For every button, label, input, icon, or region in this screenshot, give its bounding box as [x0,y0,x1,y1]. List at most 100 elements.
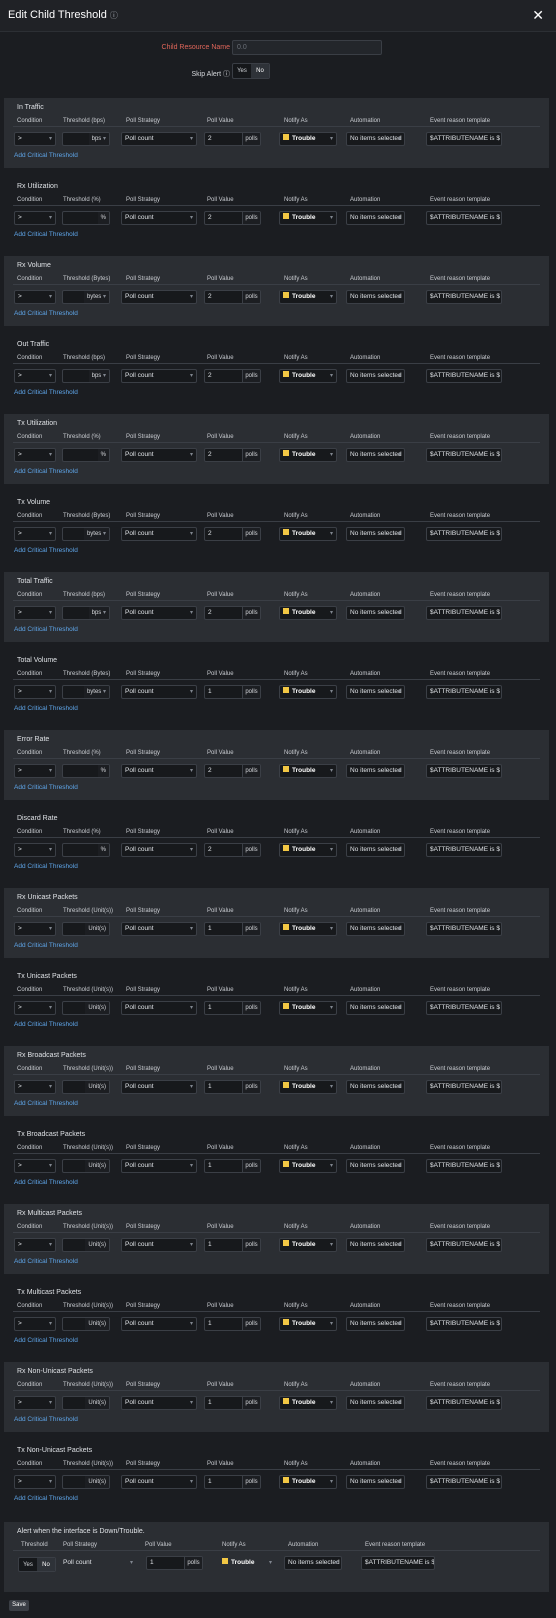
automation-select[interactable]: No items selected ▾ [346,764,405,778]
add-critical-threshold-link[interactable]: Add Critical Threshold [14,389,78,396]
automation-select[interactable]: No items selected ▾ [346,1238,405,1252]
add-critical-threshold-link[interactable]: Add Critical Threshold [14,1258,78,1265]
condition-select[interactable]: > ▾ [14,1001,56,1015]
automation-select[interactable]: No items selected ▾ [284,1556,342,1570]
automation-select[interactable]: No items selected ▾ [346,369,405,383]
threshold-unit[interactable]: bps ▾ [88,607,109,619]
event-template-input[interactable]: $ATTRIBUTENAME is $ [426,764,502,778]
add-critical-threshold-link[interactable]: Add Critical Threshold [14,942,78,949]
child-resource-name-input[interactable] [232,40,382,55]
threshold-unit[interactable]: bytes ▾ [83,686,109,698]
notify-as-select[interactable]: Trouble ▾ [279,685,337,699]
automation-select[interactable]: No items selected ▾ [346,290,405,304]
threshold-input[interactable]: % [62,211,110,225]
notify-as-select[interactable]: Trouble ▾ [279,1001,337,1015]
poll-value-input[interactable]: 2 polls [204,843,261,857]
add-critical-threshold-link[interactable]: Add Critical Threshold [14,231,78,238]
event-template-input[interactable]: $ATTRIBUTENAME is $ [426,685,502,699]
add-critical-threshold-link[interactable]: Add Critical Threshold [14,863,78,870]
notify-as-select[interactable]: Trouble ▾ [279,448,337,462]
add-critical-threshold-link[interactable]: Add Critical Threshold [14,310,78,317]
threshold-input[interactable]: % [62,448,110,462]
poll-value-input[interactable]: 1 polls [204,1475,261,1489]
notify-as-select[interactable]: Trouble ▾ [279,1317,337,1331]
automation-select[interactable]: No items selected ▾ [346,922,405,936]
threshold-input[interactable]: Unit(s) [62,1475,110,1489]
event-template-input[interactable]: $ATTRIBUTENAME is $ [426,527,502,541]
add-critical-threshold-link[interactable]: Add Critical Threshold [14,1179,78,1186]
add-critical-threshold-link[interactable]: Add Critical Threshold [14,1337,78,1344]
add-critical-threshold-link[interactable]: Add Critical Threshold [14,468,78,475]
event-template-input[interactable]: $ATTRIBUTENAME is $ [426,1396,502,1410]
event-template-input[interactable]: $ATTRIBUTENAME is $ [426,1317,502,1331]
condition-select[interactable]: > ▾ [14,448,56,462]
poll-value-input[interactable]: 2 polls [204,132,261,146]
condition-select[interactable]: > ▾ [14,1159,56,1173]
condition-select[interactable]: > ▾ [14,1475,56,1489]
threshold-input[interactable]: bytes ▾ [62,290,110,304]
event-template-input[interactable]: $ATTRIBUTENAME is $ [426,448,502,462]
threshold-input[interactable]: Unit(s) [62,1080,110,1094]
poll-value-input[interactable]: 1 polls [204,1080,261,1094]
threshold-input[interactable]: Unit(s) [62,1317,110,1331]
add-critical-threshold-link[interactable]: Add Critical Threshold [14,547,78,554]
condition-select[interactable]: > ▾ [14,132,56,146]
poll-value-input[interactable]: 1 polls [204,685,261,699]
add-critical-threshold-link[interactable]: Add Critical Threshold [14,1100,78,1107]
poll-value-input[interactable]: 2 polls [204,606,261,620]
condition-select[interactable]: > ▾ [14,685,56,699]
poll-value-input[interactable]: 2 polls [204,448,261,462]
event-template-input[interactable]: $ATTRIBUTENAME is $ [426,211,502,225]
poll-value-input[interactable]: 2 polls [204,211,261,225]
threshold-input[interactable]: Unit(s) [62,1001,110,1015]
event-template-input[interactable]: $ATTRIBUTENAME is $ [426,606,502,620]
condition-select[interactable]: > ▾ [14,211,56,225]
save-button[interactable]: Save [9,1600,29,1611]
condition-select[interactable]: > ▾ [14,922,56,936]
threshold-input[interactable]: bytes ▾ [62,527,110,541]
poll-strategy-select[interactable]: Poll count ▾ [121,132,197,146]
condition-select[interactable]: > ▾ [14,606,56,620]
threshold-unit[interactable]: bytes ▾ [83,528,109,540]
notify-as-select[interactable]: Trouble ▾ [279,1238,337,1252]
poll-strategy-select[interactable]: Poll count ▾ [121,369,197,383]
poll-strategy-select[interactable]: Poll count ▾ [121,211,197,225]
poll-value-input[interactable]: 2 polls [204,290,261,304]
poll-strategy-select[interactable]: Poll count ▾ [121,685,197,699]
info-icon[interactable]: ⓘ [223,71,230,78]
condition-select[interactable]: > ▾ [14,527,56,541]
close-icon[interactable]: ✕ [532,7,544,24]
add-critical-threshold-link[interactable]: Add Critical Threshold [14,626,78,633]
automation-select[interactable]: No items selected ▾ [346,132,405,146]
notify-as-select[interactable]: Trouble ▾ [279,922,337,936]
poll-strategy-select[interactable]: Poll count ▾ [121,1080,197,1094]
condition-select[interactable]: > ▾ [14,1080,56,1094]
event-template-input[interactable]: $ATTRIBUTENAME is $ [426,843,502,857]
notify-as-select[interactable]: Trouble ▾ [279,290,337,304]
poll-value-input[interactable]: 1 polls [204,1159,261,1173]
poll-strategy-select[interactable]: Poll count ▾ [121,448,197,462]
poll-value-input[interactable]: 2 polls [204,764,261,778]
automation-select[interactable]: No items selected ▾ [346,211,405,225]
notify-as-select[interactable]: Trouble ▾ [279,132,337,146]
poll-value-input[interactable]: 1 polls [204,1001,261,1015]
condition-select[interactable]: > ▾ [14,369,56,383]
add-critical-threshold-link[interactable]: Add Critical Threshold [14,152,78,159]
automation-select[interactable]: No items selected ▾ [346,1159,405,1173]
poll-strategy-select[interactable]: Poll count ▾ [121,922,197,936]
notify-as-select[interactable]: Trouble ▾ [279,1159,337,1173]
automation-select[interactable]: No items selected ▾ [346,1396,405,1410]
notify-as-select[interactable]: Trouble ▾ [279,606,337,620]
event-template-input[interactable]: $ATTRIBUTENAME is $ [426,1001,502,1015]
event-template-input[interactable]: $ATTRIBUTENAME is $ [426,290,502,304]
threshold-input[interactable]: % [62,843,110,857]
poll-strategy-select[interactable]: Poll count ▾ [121,1238,197,1252]
threshold-input[interactable]: Unit(s) [62,1396,110,1410]
poll-strategy-select[interactable]: Poll count ▾ [121,527,197,541]
notify-as-select[interactable]: Trouble ▾ [279,1396,337,1410]
poll-value-input[interactable]: 2 polls [204,527,261,541]
threshold-input[interactable]: bytes ▾ [62,685,110,699]
event-template-input[interactable]: $ATTRIBUTENAME is $ [426,1080,502,1094]
poll-value-input[interactable]: 1 polls [204,1396,261,1410]
add-critical-threshold-link[interactable]: Add Critical Threshold [14,1416,78,1423]
